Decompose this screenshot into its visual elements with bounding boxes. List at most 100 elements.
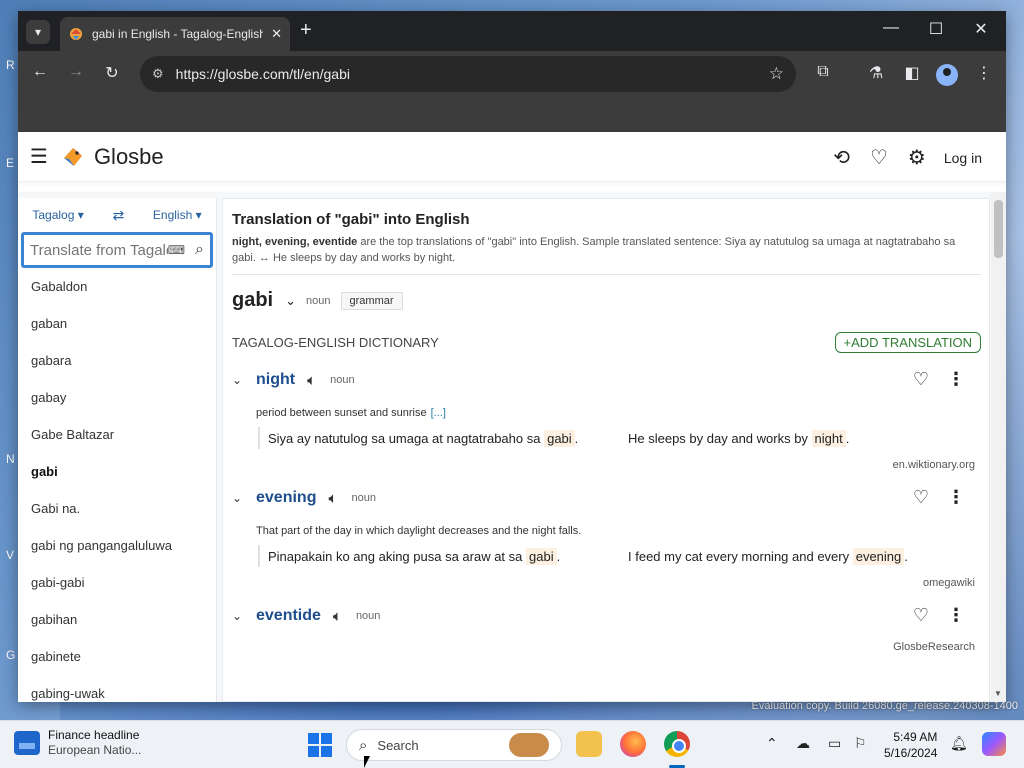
- more-options-icon[interactable]: ⋮: [947, 605, 965, 626]
- speaker-icon[interactable]: 🔈︎: [328, 490, 337, 507]
- sidebar-word-item[interactable]: gaban: [18, 305, 216, 342]
- speaker-icon[interactable]: 🔈︎: [307, 372, 316, 389]
- highlighted-term: gabi: [526, 547, 557, 565]
- tab-close-icon[interactable]: ✕: [271, 26, 282, 42]
- definition-more-link[interactable]: [...]: [431, 407, 446, 419]
- notification-bell-icon[interactable]: 🔔︎: [950, 735, 968, 752]
- word-list: Gabaldon gaban gabara gabay Gabe Baltazar gab…: [18, 268, 216, 702]
- bookmark-star-icon[interactable]: ☆: [769, 64, 784, 84]
- translation-entry: ⌄ eventide 🔈︎ noun ♡ ⋮ GlosbeResearch: [232, 601, 981, 653]
- example-text: .: [556, 548, 561, 564]
- favorite-heart-icon[interactable]: ♡: [913, 369, 929, 390]
- swap-languages-icon[interactable]: ⇄: [112, 207, 124, 224]
- sidebar-word-item[interactable]: gabay: [18, 379, 216, 416]
- page-scrollbar[interactable]: ▼: [991, 192, 1006, 702]
- login-link[interactable]: Log in: [944, 150, 982, 166]
- entry-definition: period between sunset and sunrise [...]: [256, 407, 981, 419]
- chevron-down-icon[interactable]: ⌄: [232, 491, 250, 505]
- scroll-down-icon[interactable]: ▼: [994, 689, 1002, 698]
- sidebar-word-item[interactable]: gabi ng pangangaluluwa: [18, 527, 216, 564]
- entry-source[interactable]: en.wiktionary.org: [232, 459, 981, 471]
- headword-row: gabi ⌄ noun grammar: [232, 289, 981, 312]
- taskbar-search[interactable]: ⌕ Search: [346, 729, 562, 761]
- maximize-icon[interactable]: ☐: [921, 19, 951, 39]
- translation-panel: Translation of "gabi" into English night…: [222, 198, 990, 702]
- entry-source[interactable]: GlosbeResearch: [232, 641, 981, 653]
- network-icon[interactable]: ⚐: [854, 735, 867, 752]
- site-logo-text[interactable]: Glosbe: [94, 144, 164, 170]
- chevron-down-icon[interactable]: ⌄: [285, 293, 296, 309]
- sidebar-word-item[interactable]: gabihan: [18, 601, 216, 638]
- back-icon[interactable]: ←: [28, 63, 52, 81]
- taskbar-search-label: Search: [377, 737, 419, 753]
- example-source-text: Pinapakain ko ang aking pusa sa araw at …: [268, 547, 628, 565]
- onedrive-icon[interactable]: ☁: [796, 735, 810, 752]
- firefox-icon[interactable]: [620, 731, 646, 757]
- search-input[interactable]: [30, 241, 168, 259]
- copilot-icon[interactable]: [982, 732, 1006, 756]
- file-explorer-icon[interactable]: [576, 731, 602, 757]
- history-icon[interactable]: ⟲: [833, 145, 850, 170]
- chevron-up-icon[interactable]: ⌃: [766, 735, 778, 752]
- entry-source[interactable]: omegawiki: [232, 577, 981, 589]
- desktop-icon-label: E: [6, 156, 15, 170]
- sidebar-word-item[interactable]: Gabaldon: [18, 268, 216, 305]
- reload-icon[interactable]: ↻: [100, 63, 124, 83]
- chevron-down-icon[interactable]: ⌄: [232, 373, 250, 387]
- profile-avatar-icon[interactable]: [936, 64, 958, 86]
- sidebar-word-item[interactable]: gabara: [18, 342, 216, 379]
- display-icon[interactable]: ▭: [828, 735, 841, 752]
- keyboard-icon[interactable]: ⌨: [168, 243, 185, 257]
- sidebar-word-item[interactable]: gabi: [18, 453, 216, 490]
- system-clock[interactable]: 5:49 AM 5/16/2024: [884, 729, 937, 761]
- desktop-icon-label: N: [6, 452, 15, 466]
- add-translation-button[interactable]: +ADD TRANSLATION: [834, 332, 981, 353]
- side-panel-icon[interactable]: ◧: [900, 63, 924, 83]
- favorites-heart-icon[interactable]: ♡: [870, 145, 888, 170]
- minimize-icon[interactable]: —: [876, 19, 906, 37]
- new-tab-icon[interactable]: +: [300, 19, 312, 42]
- tab-strip: ▾ gabi in English - Tagalog-English ✕ + …: [18, 11, 1006, 51]
- more-options-icon[interactable]: ⋮: [947, 487, 965, 508]
- windows-start-icon[interactable]: [308, 733, 332, 757]
- hamburger-menu-icon[interactable]: ☰: [30, 144, 48, 169]
- news-chart-icon: [14, 730, 40, 755]
- speaker-icon[interactable]: 🔈︎: [333, 608, 342, 625]
- sidebar-word-item[interactable]: gabing-uwak: [18, 675, 216, 702]
- translation-word-link[interactable]: evening: [256, 489, 316, 507]
- glosbe-logo-icon[interactable]: [60, 144, 86, 170]
- grammar-tab[interactable]: grammar: [340, 291, 403, 310]
- entry-pos: noun: [330, 374, 355, 386]
- search-icon[interactable]: ⌕: [195, 241, 204, 259]
- sidebar-word-item[interactable]: Gabi na.: [18, 490, 216, 527]
- site-info-icon[interactable]: ⚙: [152, 66, 164, 82]
- sidebar-word-item[interactable]: gabi-gabi: [18, 564, 216, 601]
- sidebar-word-item[interactable]: Gabe Baltazar: [18, 416, 216, 453]
- target-language-select[interactable]: English ▾: [153, 208, 202, 222]
- more-options-icon[interactable]: ⋮: [947, 369, 965, 390]
- chrome-icon[interactable]: [664, 731, 690, 757]
- url-text[interactable]: https://glosbe.com/tl/en/gabi: [176, 66, 769, 82]
- sidebar-word-item[interactable]: gabinete: [18, 638, 216, 675]
- menu-kebab-icon[interactable]: ⋮: [972, 63, 996, 83]
- forward-icon[interactable]: →: [64, 63, 88, 81]
- chevron-down-icon[interactable]: ⌄: [232, 609, 250, 623]
- target-language-label: English: [152, 208, 193, 222]
- translation-word-link[interactable]: night: [256, 371, 295, 389]
- translation-word-link[interactable]: eventide: [256, 607, 321, 625]
- extensions-icon[interactable]: ⧉: [811, 63, 835, 81]
- news-subtitle: European Natio...: [48, 743, 142, 757]
- example-sentence: Siya ay natutulog sa umaga at nagtatraba…: [258, 427, 981, 449]
- source-language-select[interactable]: Tagalog ▾: [32, 208, 83, 222]
- favorite-heart-icon[interactable]: ♡: [913, 605, 929, 626]
- address-bar[interactable]: ⚙ https://glosbe.com/tl/en/gabi ☆: [140, 56, 796, 92]
- scrollbar-thumb[interactable]: [994, 200, 1003, 258]
- desktop-icon-label: R: [6, 58, 15, 72]
- news-widget[interactable]: Finance headline European Natio...: [14, 728, 141, 757]
- active-tab[interactable]: gabi in English - Tagalog-English ✕: [60, 17, 290, 51]
- favorite-heart-icon[interactable]: ♡: [913, 487, 929, 508]
- settings-gear-icon[interactable]: ⚙: [908, 145, 926, 170]
- close-window-icon[interactable]: ✕: [966, 19, 996, 39]
- labs-icon[interactable]: ⚗: [864, 63, 888, 83]
- tab-search-button[interactable]: ▾: [26, 20, 50, 44]
